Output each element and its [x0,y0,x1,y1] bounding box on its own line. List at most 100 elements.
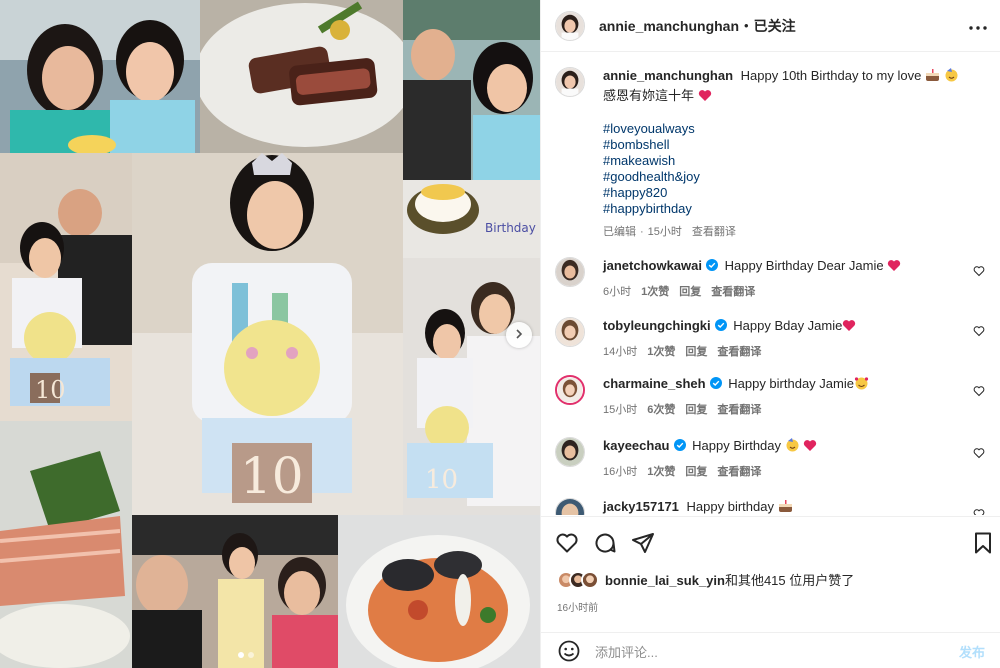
post-actions-section: bonnie_lai_suk_yin和其他415 位用户赞了 16小时前 添加评… [541,516,1000,668]
follow-status[interactable]: 已关注 [754,16,796,36]
svg-text:10: 10 [240,447,304,505]
comment-text: Happy Birthday Dear Jamie [724,258,884,273]
hashtag-link[interactable]: #happybirthday [603,201,973,217]
party-face-emoji-icon [785,438,800,457]
post-comment-button[interactable]: 发布 [959,642,985,661]
comment-composer: 添加评论... 发布 [541,632,1000,668]
caption-author-username[interactable]: annie_manchunghan [603,68,733,83]
post-media-collage[interactable]: 10 10 Birthday 10 [0,0,540,668]
comment-time[interactable]: 16小时 [603,463,637,481]
more-horizontal-icon [969,18,987,33]
commenter-avatar[interactable] [555,257,585,287]
comment-reply-button[interactable]: 回复 [685,463,707,481]
red-heart-emoji-icon [842,319,856,337]
photo-family-heart-selfie [132,515,338,668]
caption-author-avatar[interactable] [555,67,585,97]
paper-plane-icon [631,531,655,555]
svg-text:Birthday: Birthday [485,221,536,235]
photo-girl-with-birthday-cake: 10 [132,153,403,515]
emoji-picker-button[interactable] [557,639,581,663]
verified-badge-icon [714,318,727,331]
comment-text: Happy Bday Jamie [733,318,843,333]
commenter-avatar[interactable] [555,437,585,467]
cake-emoji-icon [925,68,940,87]
photo-dad-daughter [403,0,540,180]
liker-avatar [581,570,599,589]
comment-text: Happy birthday Jamie [728,376,854,391]
post-details-panel: annie_manchunghan • 已关注 annie_manchungha… [540,0,1000,668]
emoji-smile-icon [557,640,581,666]
photo-cake-closeup: Birthday [403,180,540,258]
caption-block: annie_manchunghan Happy 10th Birthday to… [555,67,995,241]
svg-text:10: 10 [35,376,66,404]
comment-translate-link[interactable]: 查看翻译 [711,283,755,301]
photo-mom-daughter-cake: 10 [403,258,540,515]
red-heart-emoji-icon [887,259,901,277]
commenter-username[interactable]: charmaine_sheh [603,376,706,391]
comment-like-button[interactable] [973,265,985,277]
commenter-avatar[interactable] [555,498,585,515]
hashtag-link[interactable]: #goodhealth&joy [603,169,973,185]
photo-mother-daughter-selfie [0,0,200,153]
photo-steak-dish [200,0,403,153]
comment-like-count[interactable]: 1次赞 [647,343,675,361]
caption-line-1: Happy 10th Birthday to my love [740,68,922,83]
comment-reply-button[interactable]: 回复 [685,343,707,361]
comment-time[interactable]: 14小时 [603,343,637,361]
commenter-avatar[interactable] [555,317,585,347]
header-separator: • [744,18,749,33]
comment-reply-button[interactable]: 回复 [685,401,707,419]
hashtag-link[interactable]: #bombshell [603,137,973,153]
author-username[interactable]: annie_manchunghan [599,18,739,34]
carousel-dot [238,652,244,658]
red-heart-emoji-icon [698,89,712,107]
comment-item: kayeechau Happy Birthday 16小时 1次赞 回复 查看翻… [555,437,995,481]
cake-emoji-icon [778,499,793,515]
post-timestamp[interactable]: 16小时前 [557,599,598,614]
svg-text:10: 10 [425,465,458,495]
hashtag-link[interactable]: #makeawish [603,153,973,169]
first-liker-username[interactable]: bonnie_lai_suk_yin [605,573,725,588]
commenter-username[interactable]: kayeechau [603,438,670,453]
share-button[interactable] [631,531,655,555]
commenter-username[interactable]: tobyleungchingki [603,318,711,333]
caption-time[interactable]: 15小时 [648,223,682,241]
like-button[interactable] [555,531,579,555]
comment-like-button[interactable] [973,325,985,337]
heart-outline-icon [555,531,579,555]
comment-time[interactable]: 6小时 [603,283,631,301]
comment-reply-button[interactable]: 回复 [679,283,701,301]
verified-badge-icon [709,376,722,389]
comment-translate-link[interactable]: 查看翻译 [717,343,761,361]
comment-button[interactable] [593,531,617,555]
comment-input[interactable]: 添加评论... [595,642,959,661]
likes-count-text[interactable]: 和其他415 位用户赞了 [725,573,854,588]
verified-badge-icon [705,258,718,271]
more-options-button[interactable] [967,14,989,36]
comment-time[interactable]: 15小时 [603,401,637,419]
author-avatar[interactable] [555,10,585,41]
comment-translate-link[interactable]: 查看翻译 [717,463,761,481]
comments-scroll-area[interactable]: annie_manchunghan Happy 10th Birthday to… [541,53,1000,515]
comment-item: charmaine_sheh Happy birthday Jamie 15小时… [555,375,995,419]
comment-like-button[interactable] [973,385,985,397]
commenter-avatar[interactable] [555,375,585,405]
comment-bubble-icon [593,531,617,555]
caption-translate-link[interactable]: 查看翻译 [692,223,736,241]
red-heart-emoji-icon [803,439,817,457]
comment-like-count[interactable]: 6次赞 [647,401,675,419]
likes-summary[interactable]: bonnie_lai_suk_yin和其他415 位用户赞了 [557,570,854,589]
comment-like-button[interactable] [973,508,985,515]
comment-like-button[interactable] [973,447,985,459]
photo-salmon-dish [0,421,132,668]
carousel-next-button[interactable] [506,322,532,348]
comment-translate-link[interactable]: 查看翻译 [717,401,761,419]
hashtag-link[interactable]: #happy820 [603,185,973,201]
commenter-username[interactable]: jacky157171 [603,499,679,514]
comment-like-count[interactable]: 1次赞 [647,463,675,481]
comment-text: Happy Birthday [692,438,782,453]
hashtag-link[interactable]: #loveyoualways [603,121,973,137]
comment-like-count[interactable]: 1次赞 [641,283,669,301]
save-button[interactable] [971,531,995,555]
commenter-username[interactable]: janetchowkawai [603,258,702,273]
